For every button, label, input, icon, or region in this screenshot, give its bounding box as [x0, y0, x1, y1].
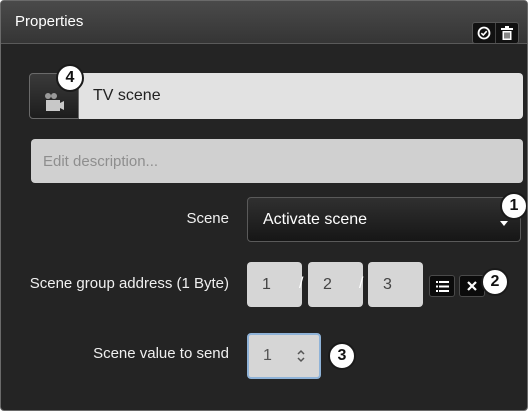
scene-action-value: Activate scene	[263, 210, 368, 228]
scene-action-select[interactable]: Activate scene	[247, 197, 521, 242]
clapperboard-scene-icon	[45, 93, 64, 111]
callout-badge: 2	[481, 268, 509, 296]
group-address-sub[interactable]: 3	[368, 262, 423, 307]
delete-button[interactable]	[495, 23, 518, 43]
callout-badge: 4	[56, 64, 84, 92]
scene-name-field[interactable]: TV scene	[79, 73, 523, 119]
stepper-arrows-icon[interactable]	[295, 348, 307, 364]
group-address-middle[interactable]: 2	[308, 262, 363, 307]
scene-value-stepper[interactable]: 1	[247, 333, 321, 379]
list-icon	[435, 280, 449, 292]
scene-label: Scene	[186, 210, 229, 227]
address-separator: /	[299, 275, 304, 292]
properties-panel: Properties TV scene Edit description... …	[0, 0, 528, 411]
chevron-down-icon	[500, 221, 508, 226]
panel-title: Properties	[15, 13, 84, 30]
callout-badge: 1	[500, 192, 527, 220]
check-circle-icon	[477, 26, 491, 40]
callout-badge: 3	[328, 342, 356, 370]
panel-header: Properties	[1, 1, 527, 44]
scene-value-label: Scene value to send	[93, 345, 229, 362]
group-address-label: Scene group address (1 Byte)	[29, 275, 229, 292]
address-separator: /	[359, 275, 364, 292]
header-button-group	[472, 22, 519, 44]
trash-icon	[501, 26, 513, 40]
confirm-button[interactable]	[473, 23, 495, 43]
group-address-main[interactable]: 1	[247, 262, 302, 307]
scene-value-number: 1	[263, 347, 272, 364]
description-field[interactable]: Edit description...	[31, 139, 523, 183]
address-list-button[interactable]	[429, 275, 455, 297]
close-icon	[467, 281, 477, 291]
scene-name-row: TV scene	[29, 73, 523, 119]
